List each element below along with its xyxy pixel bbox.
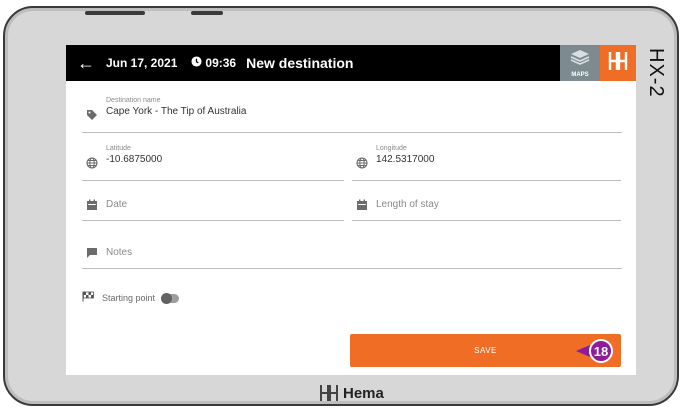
globe-icon [86,157,98,169]
brand-name: Hema [343,384,384,402]
callout-number-badge: 18 [589,339,613,363]
starting-point-label: Starting point [102,293,156,303]
comment-icon [86,247,98,259]
top-bar: ← Jun 17, 2021 09:36 New destination MAP… [66,45,636,81]
hardware-button [191,11,223,15]
maps-button[interactable]: MAPS [560,45,600,81]
latitude-label: Latitude [106,145,131,152]
callout-arrow-icon [576,345,590,357]
hardware-button [85,11,145,15]
globe-icon [356,157,368,169]
date-placeholder: Date [106,199,128,210]
device-brand: Hema [319,384,384,402]
date-field[interactable]: Date [82,181,344,221]
calendar-icon [356,199,368,211]
hema-logo-icon [319,384,339,402]
latitude-field[interactable]: Latitude -10.6875000 [82,141,344,181]
toggle-knob [161,292,173,304]
longitude-label: Longitude [376,145,407,152]
hema-menu-button[interactable] [600,45,636,81]
checkered-flag-icon [82,289,94,307]
starting-point-row: Starting point [82,289,180,307]
save-button-label: SAVE [474,346,497,355]
maps-label: MAPS [571,72,589,78]
back-arrow-icon[interactable]: ← [70,53,102,74]
length-of-stay-field[interactable]: Length of stay [352,181,621,221]
calendar-icon [86,199,98,211]
destination-name-label: Destination name [106,97,161,104]
clock-icon [191,56,202,70]
destination-name-field[interactable]: Destination name Cape York - The Tip of … [82,93,622,133]
notes-placeholder: Notes [106,247,133,258]
app-screen: ← Jun 17, 2021 09:36 New destination MAP… [66,45,636,375]
step-callout: 18 [576,339,613,363]
layers-icon [569,48,591,71]
latitude-value: -10.6875000 [106,154,163,165]
longitude-field[interactable]: Longitude 142.5317000 [352,141,621,181]
length-of-stay-placeholder: Length of stay [376,199,439,210]
destination-name-value: Cape York - The Tip of Australia [106,106,247,117]
starting-point-toggle[interactable] [161,292,180,304]
hema-logo-icon [607,50,629,77]
tag-icon [86,109,98,121]
page-title: New destination [246,55,354,71]
top-bar-time: 09:36 [205,56,237,70]
longitude-value: 142.5317000 [376,154,435,165]
notes-field[interactable]: Notes [82,229,622,269]
device-model-label: HX-2 [645,48,667,98]
top-bar-date: Jun 17, 2021 [106,56,178,70]
